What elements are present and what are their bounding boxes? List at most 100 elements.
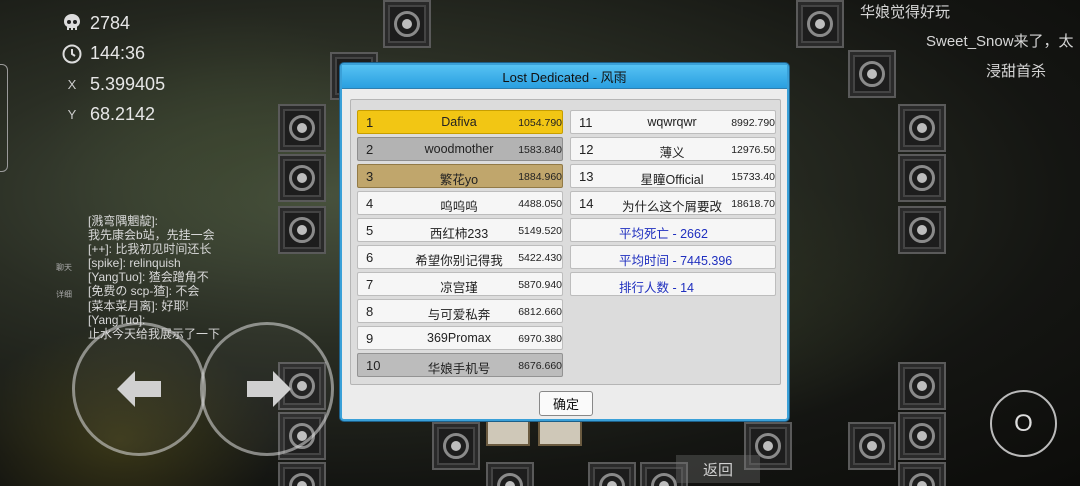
chat-line: [免费の scp-猹]: 不会: [88, 284, 200, 299]
jump-button[interactable]: O: [990, 390, 1057, 457]
stat-avg-deaths: 平均死亡 - 2662: [570, 218, 776, 242]
leaderboard-panel: 1 Dafiva 1054.790 2 woodmother 1583.840 …: [350, 99, 781, 385]
player-name: 369Promax: [427, 331, 491, 345]
leaderboard-row: 3 繁花yo 1884.960: [357, 164, 563, 188]
rank: 9: [366, 331, 374, 346]
player-count-text: 排行人数 - 14: [619, 281, 695, 295]
hud-time: 144:36: [62, 39, 165, 70]
rank: 8: [366, 304, 374, 319]
spike-block: [898, 362, 946, 410]
rank: 7: [366, 277, 374, 292]
leaderboard-left-column: 1 Dafiva 1054.790 2 woodmother 1583.840 …: [357, 110, 563, 380]
chat-line: [++]: 比我初见时间还长: [88, 242, 212, 257]
player-name: woodmother: [424, 142, 494, 156]
hud-y: Y 68.2142: [62, 100, 165, 131]
spike-block: [898, 206, 946, 254]
spike-block: [898, 412, 946, 460]
leaderboard-row: 4 呜呜呜 4488.050: [357, 191, 563, 215]
leaderboard-row: 7 凉宫瑾 5870.940: [357, 272, 563, 296]
sign-board: [486, 420, 530, 446]
clear-time: 12976.50: [731, 144, 775, 156]
player-name: 呜呜呜: [440, 200, 478, 214]
x-value: 5.399405: [90, 73, 166, 94]
dialog-title: Lost Dedicated - 风雨: [342, 65, 787, 89]
leaderboard-row: 13 星瞳Official 15733.40: [570, 164, 776, 188]
clear-time: 15733.40: [731, 171, 775, 183]
arrow-left-icon: [117, 371, 161, 407]
chat-line: [spike]: relinquish: [88, 256, 181, 271]
clear-time: 6970.380: [518, 333, 562, 345]
stat-avg-time: 平均时间 - 7445.396: [570, 245, 776, 269]
clear-time: 8676.660: [518, 360, 562, 372]
spike-block: [383, 0, 431, 48]
skull-icon: [62, 13, 82, 33]
player-name: 星瞳Official: [640, 173, 704, 187]
clear-time: 18618.70: [731, 198, 775, 210]
clear-time: 5149.520: [518, 225, 562, 237]
hud-x: X 5.399405: [62, 69, 165, 100]
spike-block: [898, 462, 946, 486]
rank: 3: [366, 169, 374, 184]
rank: 10: [366, 358, 381, 373]
clear-time: 1054.790: [518, 117, 562, 129]
time-value: 144:36: [90, 43, 146, 64]
leaderboard-right-column: 11 wqwrqwr 8992.790 12 薄义 12976.50 13 星瞳…: [570, 110, 776, 299]
chat-tab[interactable]: 聊天: [56, 262, 72, 273]
clear-time: 5422.430: [518, 252, 562, 264]
leaderboard-row: 11 wqwrqwr 8992.790: [570, 110, 776, 134]
sign-board: [538, 420, 582, 446]
player-name: Dafiva: [441, 115, 477, 129]
spike-block: [898, 154, 946, 202]
avg-deaths-text: 平均死亡 - 2662: [619, 227, 708, 241]
leaderboard-row: 2 woodmother 1583.840: [357, 137, 563, 161]
player-name: 为什么这个屑要改: [621, 200, 722, 214]
confirm-button[interactable]: 确定: [539, 391, 593, 416]
chat-line: [菜本菜月离]: 好耶!: [88, 298, 189, 313]
rank: 13: [579, 169, 594, 184]
player-name: 繁花yo: [439, 173, 479, 187]
move-right-button[interactable]: [200, 322, 334, 456]
rank: 11: [579, 115, 593, 130]
spike-block: [848, 422, 896, 470]
server-message: Sweet_Snow来了，太: [926, 33, 1074, 50]
player-name: 希望你别记得我: [415, 254, 503, 268]
player-name: 华娘手机号: [427, 362, 491, 376]
side-drawer-tab[interactable]: [0, 64, 8, 172]
server-message: 华娘觉得好玩: [860, 4, 951, 21]
player-name: 西红柿233: [429, 227, 489, 241]
hud-stats: 2784 144:36 X 5.399405 Y 68.2142: [62, 8, 165, 130]
player-name: 与可爱私奔: [427, 308, 491, 322]
clock-icon: [62, 44, 82, 64]
move-left-button[interactable]: [72, 322, 206, 456]
clear-time: 1884.960: [518, 171, 562, 183]
detail-tab[interactable]: 详细: [56, 289, 72, 300]
clear-time: 1583.840: [518, 144, 562, 156]
y-label: Y: [67, 107, 77, 123]
deaths-value: 2784: [90, 12, 131, 33]
chat-log: [溅弯隅魍靛]: 我先康会b站，先挂一会 [++]: 比我初见时间还长 [spi…: [88, 214, 328, 341]
chat-line: [YangTuo]: 猹会蹭角不: [88, 270, 209, 285]
clear-time: 4488.050: [518, 198, 562, 210]
clear-time: 8992.790: [731, 117, 775, 129]
stat-player-count: 排行人数 - 14: [570, 272, 776, 296]
rank: 12: [579, 142, 594, 157]
rank: 4: [366, 196, 374, 211]
clear-time: 5870.940: [518, 279, 562, 291]
leaderboard-row: 12 薄义 12976.50: [570, 137, 776, 161]
arrow-right-icon: [247, 371, 291, 407]
leaderboard-row: 10 华娘手机号 8676.660: [357, 353, 563, 377]
spike-block: [278, 154, 326, 202]
spike-block: [588, 462, 636, 486]
spike-block: [848, 50, 896, 98]
leaderboard-row: 14 为什么这个屑要改 18618.70: [570, 191, 776, 215]
server-message: 浸甜首杀: [986, 63, 1047, 80]
spike-block: [278, 462, 326, 486]
leaderboard-row: 5 西红柿233 5149.520: [357, 218, 563, 242]
spike-block: [898, 104, 946, 152]
chat-line: [溅弯隅魍靛]:: [88, 214, 159, 228]
leaderboard-row: 1 Dafiva 1054.790: [357, 110, 563, 134]
back-button[interactable]: 返回: [676, 455, 760, 483]
spike-block: [278, 104, 326, 152]
y-value: 68.2142: [90, 104, 156, 125]
avg-time-text: 平均时间 - 7445.396: [619, 254, 733, 268]
